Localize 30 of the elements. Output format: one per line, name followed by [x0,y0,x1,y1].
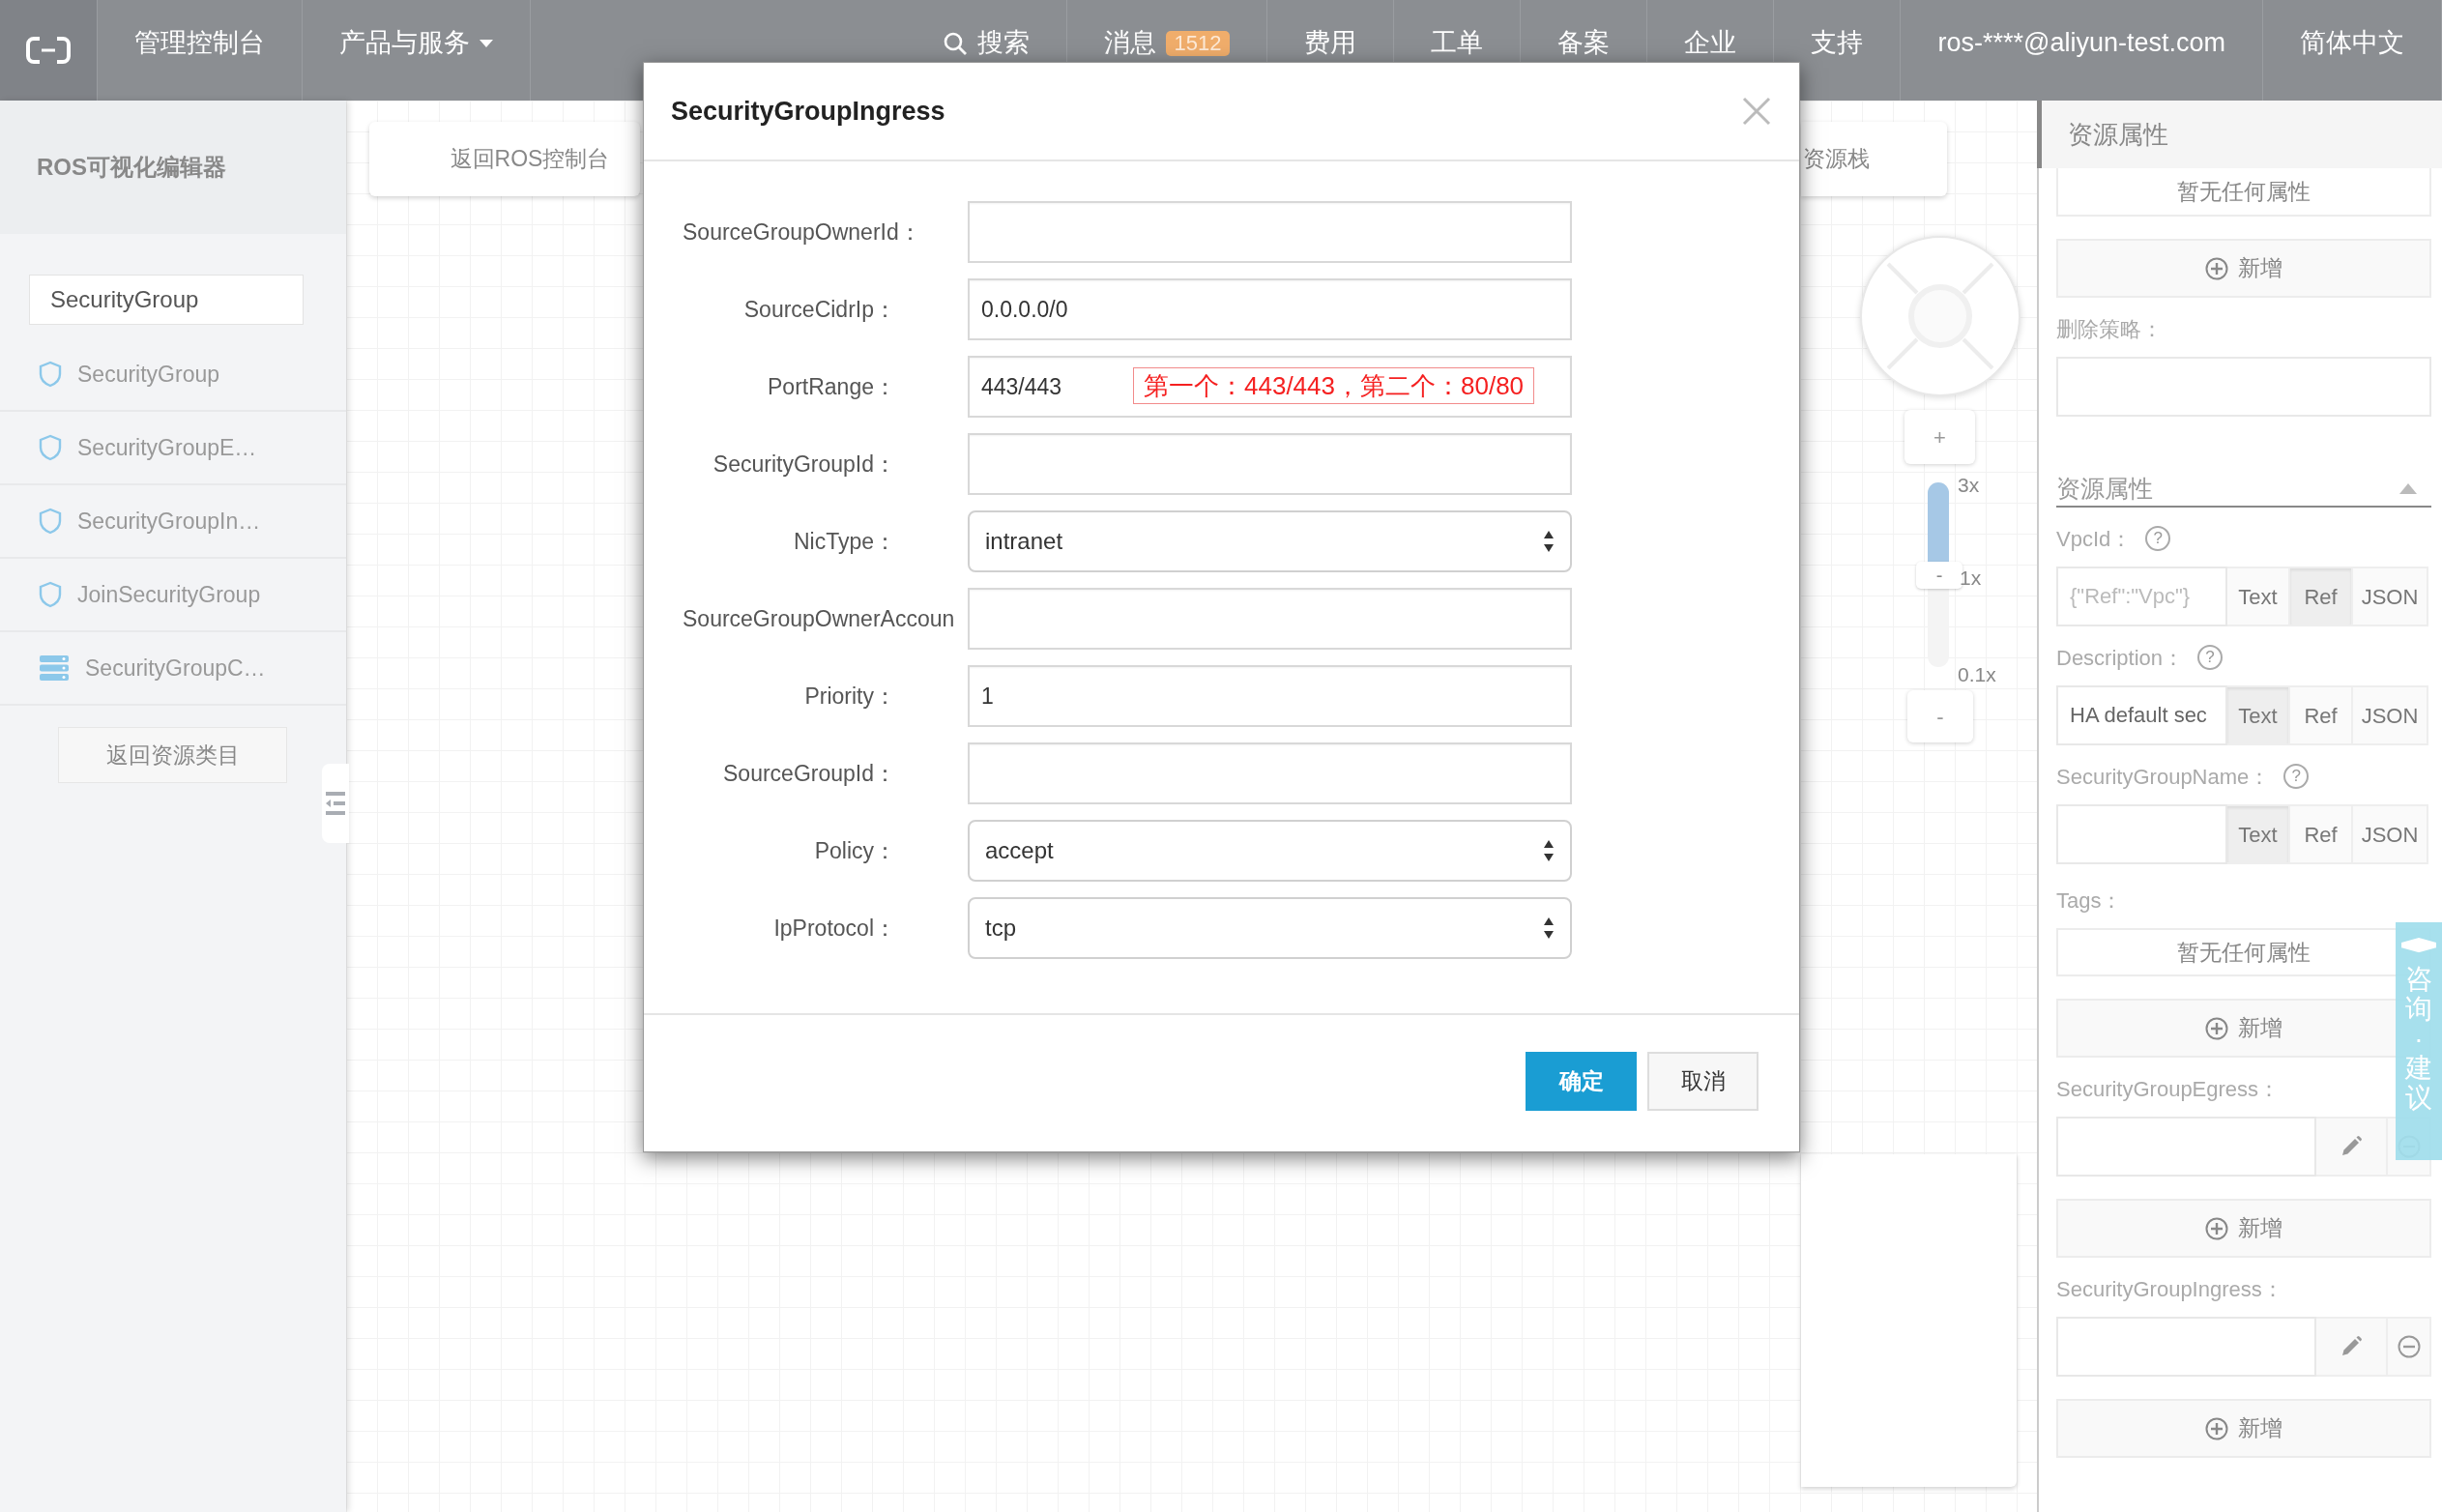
field-label: SecurityGroupName： [2056,763,2271,791]
field-label: SecurityGroupId： [712,450,896,479]
panel-title: 资源属性 [2037,101,2442,168]
field-label: Tags： [2056,887,2123,915]
field-label: VpcId： [2056,525,2133,553]
count-badge: 1512 [1165,30,1231,56]
field-label: SourceGroupOwnerAccoun [683,604,955,633]
field-label: PortRange： [768,372,896,401]
field-label: 删除策略： [2056,315,2163,343]
section-title: 资源属性 [2056,473,2153,504]
item-label: SecurityGroup [77,360,219,389]
sidebar-title: ROS可视化编辑器 [0,101,346,234]
dialog-title: SecurityGroupIngress [671,95,945,128]
field-label: IpProtocol： [773,914,896,943]
field-label: SecurityGroupIngress： [2056,1275,2283,1303]
item-label: JoinSecurityGroup [77,580,261,609]
field-label: Priority： [804,682,896,711]
item-label: SecurityGroupE… [77,433,257,462]
field-label: Description： [2056,644,2185,672]
empty-note: 暂无任何属性 [2056,168,2431,217]
field-label: Policy： [814,836,896,865]
zoom-label: 1x [1960,566,1982,591]
item-label: SecurityGroupIn… [77,507,261,536]
annotation-note: 第一个：443/443，第二个：80/80 [1133,367,1535,404]
item-label: SecurityGroupC… [85,654,266,683]
field-label: SourceGroupId： [723,759,896,788]
field-label: SourceGroupOwnerId： [683,218,921,247]
field-label: NicType： [793,527,896,556]
field-label: SourceCidrIp： [743,295,896,324]
field-label: SecurityGroupEgress： [2056,1075,2281,1103]
